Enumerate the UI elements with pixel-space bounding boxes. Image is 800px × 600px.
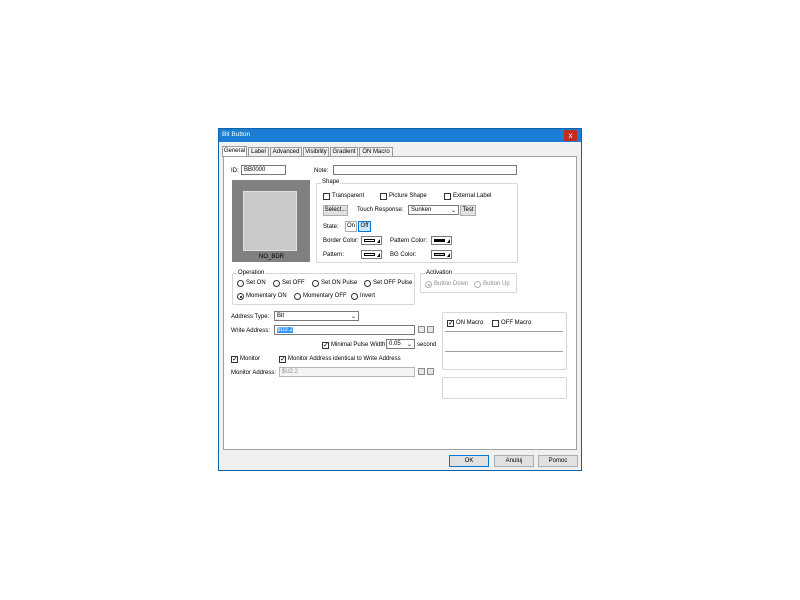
extra-panel bbox=[442, 377, 567, 399]
radio-button-up[interactable] bbox=[474, 281, 481, 288]
id-input[interactable]: BB0000 bbox=[241, 165, 286, 175]
window-title: Bit Button bbox=[222, 131, 251, 138]
macro-divider bbox=[445, 331, 563, 332]
preview-caption: NO_BDR bbox=[259, 254, 285, 260]
tab-label[interactable]: Label bbox=[248, 147, 269, 156]
monitor-checkbox[interactable]: ✓ bbox=[231, 356, 238, 363]
radio-set-off-pulse[interactable] bbox=[364, 280, 371, 287]
border-color-label: Border Color: bbox=[323, 238, 359, 244]
on-macro-label: ON Macro bbox=[456, 320, 484, 326]
macro-divider bbox=[445, 351, 563, 352]
off-macro-checkbox[interactable] bbox=[492, 320, 499, 327]
help-button[interactable]: Pomoc bbox=[538, 455, 578, 467]
ok-button[interactable]: OK bbox=[449, 455, 489, 467]
pattern-picker[interactable] bbox=[361, 250, 382, 259]
macro-group: ✓ ON Macro OFF Macro bbox=[442, 312, 567, 370]
keyboard-icon[interactable] bbox=[418, 368, 425, 375]
radio-momentary-on[interactable] bbox=[237, 293, 244, 300]
shape-group: Shape Transparent Picture Shape External… bbox=[316, 179, 518, 263]
keyboard-icon[interactable] bbox=[418, 326, 425, 333]
note-label: Note: bbox=[314, 168, 329, 174]
operation-group-title: Operation bbox=[237, 270, 266, 276]
second-label: second bbox=[417, 342, 437, 348]
pattern-color-label: Pattern Color: bbox=[390, 238, 428, 244]
invert-label: Invert bbox=[360, 293, 376, 299]
shape-preview: NO_BDR bbox=[232, 180, 310, 262]
button-down-label: Button Down bbox=[434, 281, 469, 287]
set-off-label: Set OFF bbox=[282, 280, 305, 286]
bg-color-label: BG Color: bbox=[390, 252, 417, 258]
address-type-label: Address Type: bbox=[231, 314, 270, 320]
radio-invert[interactable] bbox=[351, 293, 358, 300]
radio-set-off[interactable] bbox=[273, 280, 280, 287]
activation-group-title: Activation bbox=[425, 270, 454, 276]
minimal-pulse-checkbox[interactable]: ✓ bbox=[322, 342, 329, 349]
set-off-pulse-label: Set OFF Pulse bbox=[373, 280, 413, 286]
address-book-icon[interactable] bbox=[427, 368, 434, 375]
monitor-address-input[interactable]: $U2.2 bbox=[279, 367, 415, 377]
tab-advanced[interactable]: Advanced bbox=[270, 147, 302, 156]
pattern-color-picker[interactable] bbox=[431, 236, 452, 245]
select-shape-button[interactable]: Select... bbox=[323, 205, 348, 216]
general-panel: ID: BB0000 Note: NO_BDR Shape Transparen… bbox=[223, 156, 577, 450]
touch-response-select[interactable]: Sunken ⌄ bbox=[408, 205, 459, 215]
address-type-select[interactable]: Bit ⌄ bbox=[274, 311, 359, 321]
picture-shape-checkbox[interactable] bbox=[380, 193, 387, 200]
radio-momentary-off[interactable] bbox=[294, 293, 301, 300]
minimal-pulse-value: 0.05 bbox=[389, 341, 401, 347]
test-button[interactable]: Test bbox=[460, 205, 476, 216]
state-label: State: bbox=[323, 224, 339, 230]
bit-button-dialog: Bit Button x General Label Advanced Visi… bbox=[218, 128, 582, 471]
touch-response-value: Sunken bbox=[411, 207, 432, 213]
set-on-pulse-label: Set ON Pulse bbox=[321, 280, 358, 286]
id-label: ID: bbox=[231, 168, 239, 174]
write-address-input[interactable]: $U2.2 bbox=[274, 325, 415, 335]
tab-gradient[interactable]: Gradient bbox=[330, 147, 358, 156]
monitor-label: Monitor bbox=[240, 356, 261, 362]
chevron-down-icon: ⌄ bbox=[406, 342, 412, 348]
radio-set-on[interactable] bbox=[237, 280, 244, 287]
transparent-checkbox[interactable] bbox=[323, 193, 330, 200]
note-input[interactable] bbox=[333, 165, 517, 175]
external-label-label: External Label bbox=[453, 193, 492, 199]
address-type-value: Bit bbox=[277, 313, 285, 319]
tab-visibility[interactable]: Visibility bbox=[303, 147, 329, 156]
momentary-on-label: Momentary ON bbox=[246, 293, 287, 299]
pattern-label: Pattern: bbox=[323, 252, 345, 258]
close-button[interactable]: x bbox=[564, 130, 577, 141]
shape-group-title: Shape bbox=[321, 179, 341, 185]
border-color-picker[interactable] bbox=[361, 236, 382, 245]
state-on-button[interactable]: On bbox=[345, 221, 357, 232]
set-on-label: Set ON bbox=[246, 280, 266, 286]
monitor-address-label: Monitor Address: bbox=[231, 370, 277, 376]
state-off-button[interactable]: Off bbox=[358, 221, 371, 232]
bg-color-picker[interactable] bbox=[431, 250, 452, 259]
chevron-down-icon: ⌄ bbox=[350, 314, 356, 320]
activation-group: Activation Button Down Button Up bbox=[420, 270, 517, 293]
address-book-icon[interactable] bbox=[427, 326, 434, 333]
monitor-identical-label: Monitor Address identical to Write Addre… bbox=[288, 356, 401, 362]
close-icon: x bbox=[568, 131, 573, 140]
off-macro-label: OFF Macro bbox=[501, 320, 532, 326]
tab-on-macro[interactable]: ON Macro bbox=[359, 147, 393, 156]
radio-button-down[interactable] bbox=[425, 281, 432, 288]
title-bar[interactable]: Bit Button x bbox=[219, 129, 581, 142]
preview-button-face bbox=[243, 191, 297, 251]
radio-set-on-pulse[interactable] bbox=[312, 280, 319, 287]
minimal-pulse-select[interactable]: 0.05 ⌄ bbox=[386, 339, 415, 349]
minimal-pulse-label: Minimal Pulse Width bbox=[331, 342, 386, 348]
picture-shape-label: Picture Shape bbox=[389, 193, 427, 199]
operation-group: Operation Set ON Set OFF Set ON Pulse Se… bbox=[232, 270, 415, 305]
on-macro-checkbox[interactable]: ✓ bbox=[447, 320, 454, 327]
external-label-checkbox[interactable] bbox=[444, 193, 451, 200]
chevron-down-icon: ⌄ bbox=[450, 208, 456, 214]
monitor-identical-checkbox[interactable]: ✓ bbox=[279, 356, 286, 363]
cancel-button[interactable]: Anuluj bbox=[494, 455, 534, 467]
write-address-label: Write Address: bbox=[231, 328, 270, 334]
momentary-off-label: Momentary OFF bbox=[303, 293, 347, 299]
touch-response-label: Touch Response: bbox=[357, 207, 404, 213]
transparent-label: Transparent bbox=[332, 193, 365, 199]
button-up-label: Button Up bbox=[483, 281, 510, 287]
write-address-value: $U2.2 bbox=[277, 327, 294, 333]
